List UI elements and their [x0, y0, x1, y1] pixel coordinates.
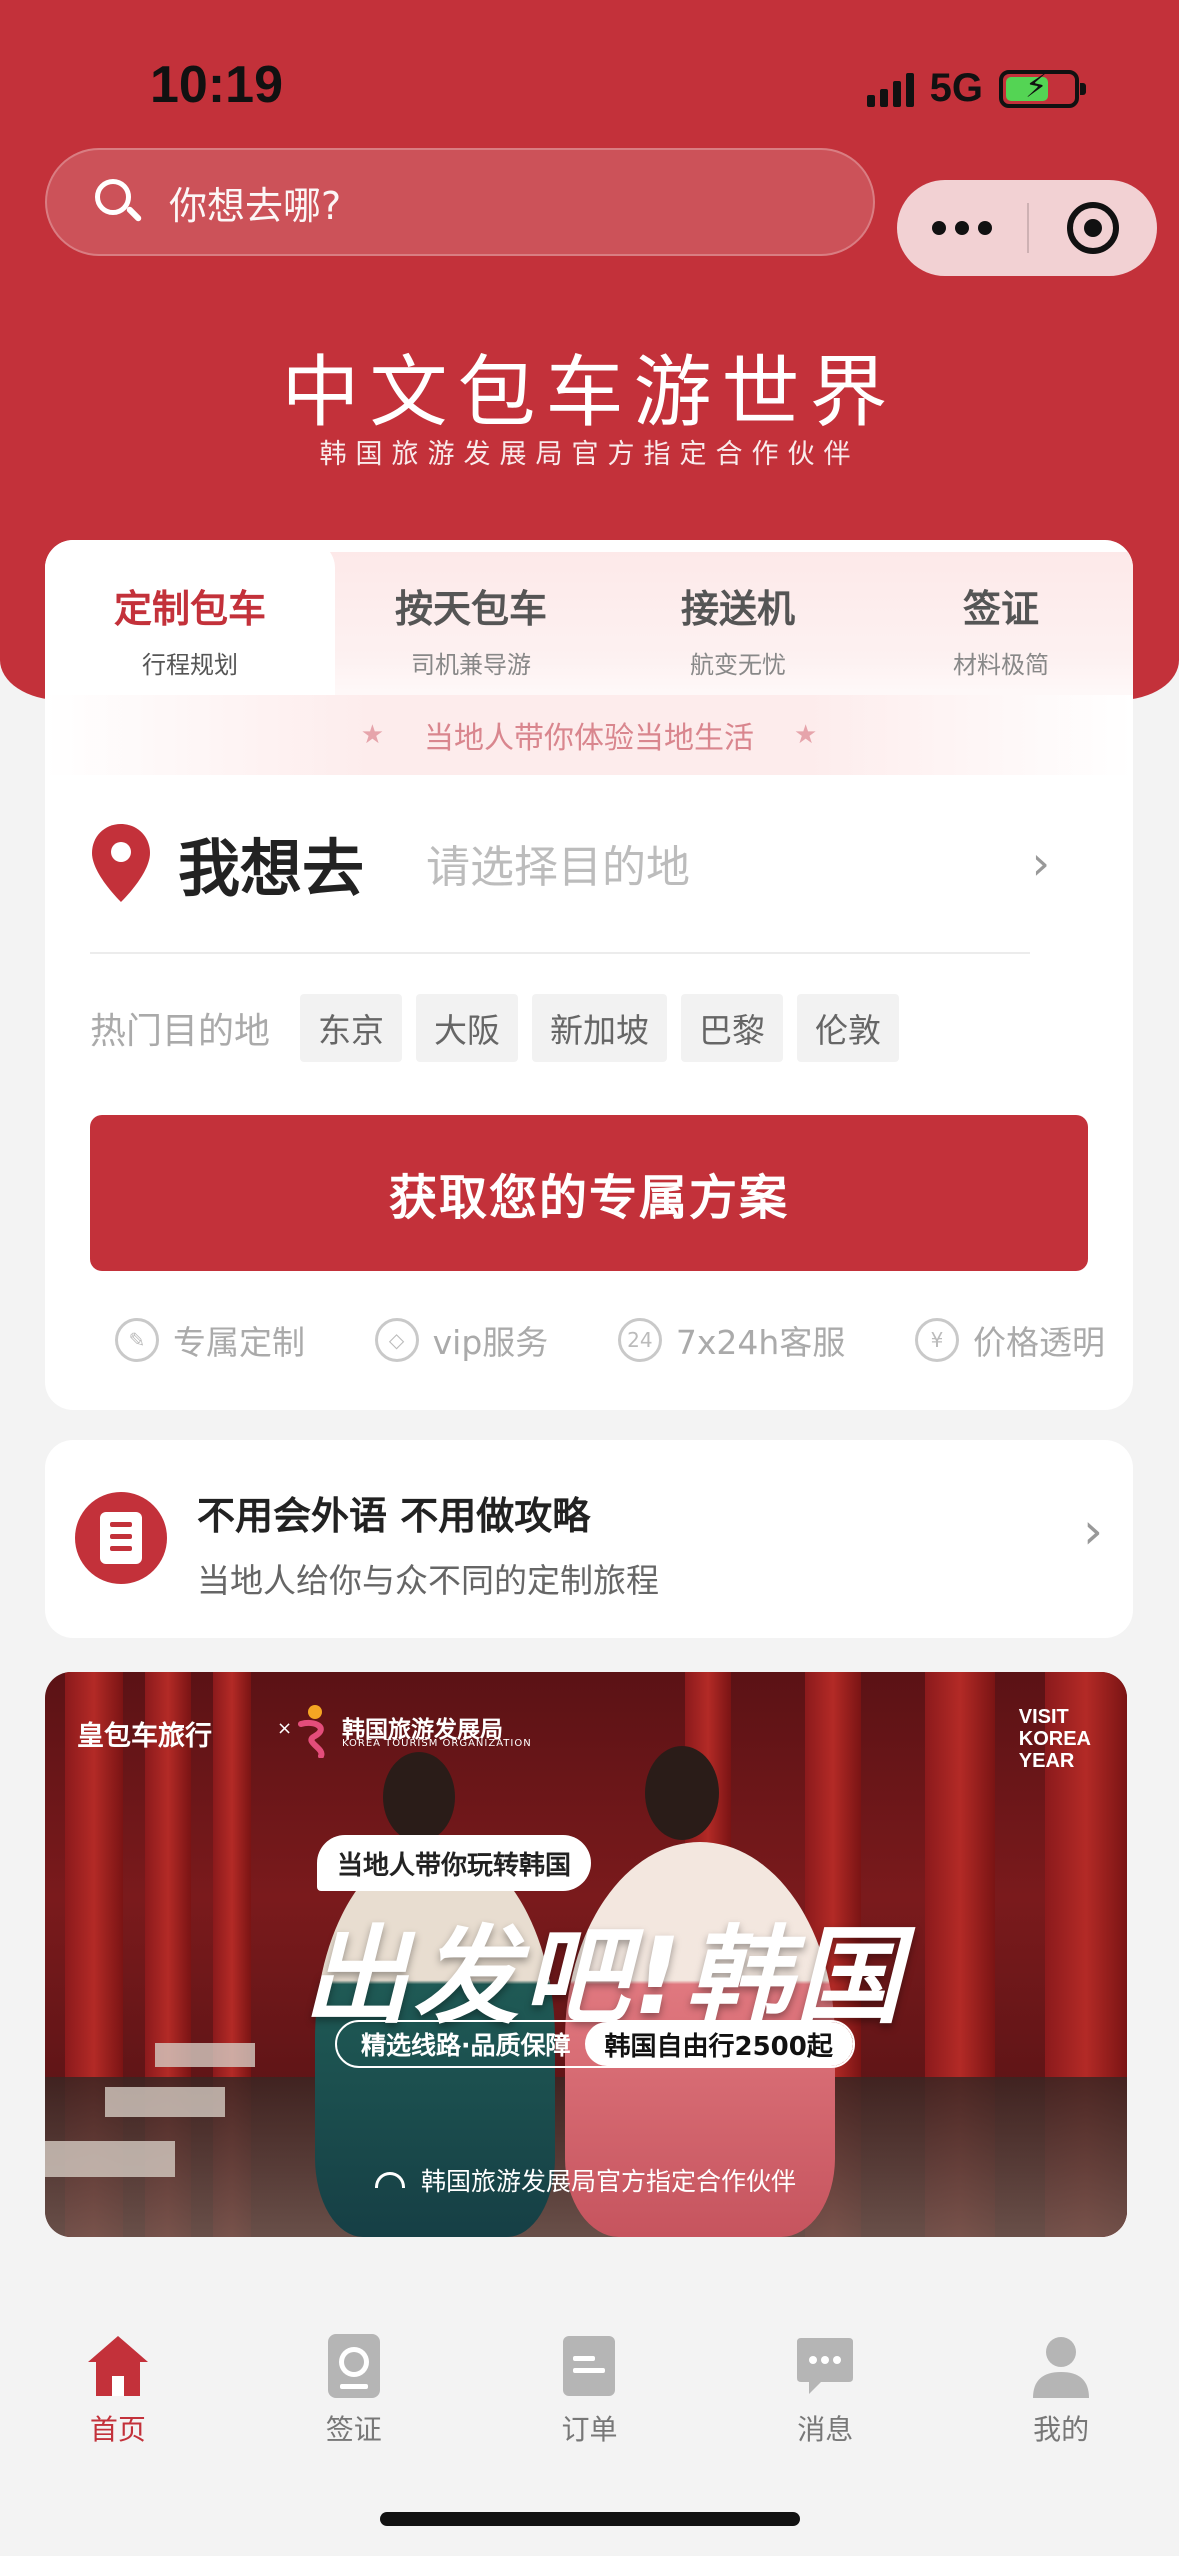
order-icon	[563, 2336, 616, 2396]
feature-custom: ✎ 专属定制	[115, 1316, 305, 1364]
close-miniprogram-button[interactable]	[1029, 202, 1157, 254]
hot-tag-osaka[interactable]: 大阪	[416, 994, 519, 1062]
banner-logo-text: 皇包车旅行	[77, 1721, 212, 1752]
info-card[interactable]: 不用会外语 不用做攻略 当地人给你与众不同的定制旅程 ›	[45, 1440, 1133, 1638]
banner-pill-right: 韩国自由行2500起	[584, 2022, 853, 2066]
tabbar-item-visa[interactable]: 签证	[236, 2290, 472, 2490]
more-dots-icon	[932, 221, 946, 235]
tabbar-item-profile[interactable]: 我的	[943, 2290, 1179, 2490]
tab-title: 按天包车	[394, 587, 547, 631]
tab-subtitle: 航变无忧	[690, 651, 786, 679]
yen-icon: ¥	[914, 1318, 959, 1362]
signal-icon	[866, 71, 914, 107]
home-icon	[87, 2336, 148, 2396]
tabbar-label: 订单	[561, 2413, 618, 2446]
banner-logo-separator: ×	[277, 1718, 293, 1739]
home-indicator	[380, 2512, 800, 2526]
search-bar[interactable]: 你想去哪?	[45, 148, 875, 256]
itinerary-icon	[75, 1492, 167, 1584]
banner-footer-text: 韩国旅游发展局官方指定合作伙伴	[421, 2167, 797, 2196]
chevron-right-icon: ›	[1083, 1502, 1103, 1560]
tabbar-label: 消息	[797, 2413, 854, 2446]
feature-support: 24 7x24h客服	[617, 1316, 846, 1364]
miniprogram-capsule	[897, 180, 1157, 276]
battery-charging-icon: ⚡	[999, 69, 1086, 108]
korea-promo-banner[interactable]: 皇包车旅行 × 韩国旅游发展局 KOREA TOURISM ORGANIZATI…	[45, 1672, 1127, 2237]
feature-price: ¥ 价格透明	[914, 1316, 1105, 1364]
feature-label: 专属定制	[173, 1323, 305, 1362]
kto-logo-icon	[298, 1705, 325, 1758]
message-icon	[797, 2338, 854, 2394]
tab-subtitle: 行程规划	[142, 651, 238, 679]
divider	[90, 952, 1030, 954]
kto-logo-en: KOREA TOURISM ORGANIZATION	[342, 1738, 532, 1749]
hot-tag-paris[interactable]: 巴黎	[681, 994, 784, 1062]
tabbar-label: 签证	[325, 2413, 382, 2446]
clock-24-icon: 24	[617, 1318, 662, 1362]
tabbar-item-orders[interactable]: 订单	[472, 2290, 708, 2490]
feature-label: 价格透明	[972, 1323, 1105, 1362]
tab-title: 接送机	[680, 587, 795, 631]
info-title: 不用会外语 不用做攻略	[197, 1494, 591, 1538]
bottom-tab-bar: 首页 签证 订单 消息 我的	[0, 2290, 1179, 2490]
visit-logo-line: VISIT	[1018, 1706, 1069, 1728]
status-time: 10:19	[150, 56, 283, 114]
tab-subtitle: 司机兼导游	[411, 651, 531, 679]
visit-logo-line: YEAR	[1018, 1750, 1075, 1772]
user-icon	[1033, 2337, 1090, 2398]
feature-vip: ◇ vip服务	[374, 1316, 549, 1364]
banner-footer: 韩国旅游发展局官方指定合作伙伴	[375, 2162, 796, 2198]
target-circle-icon	[1067, 202, 1119, 254]
info-subtitle: 当地人给你与众不同的定制旅程	[197, 1561, 659, 1600]
feature-label: vip服务	[432, 1323, 549, 1362]
booking-card: 定制包车 行程规划 按天包车 司机兼导游 接送机 航变无忧 签证 材料极简 ★ …	[45, 540, 1133, 1410]
hot-destinations-label: 热门目的地	[90, 1011, 271, 1052]
hot-tag-london[interactable]: 伦敦	[797, 994, 900, 1062]
diamond-icon: ◇	[374, 1318, 419, 1362]
network-type: 5G	[929, 66, 983, 110]
hot-destinations: 热门目的地 东京 大阪 新加坡 巴黎 伦敦	[90, 994, 913, 1062]
pencil-icon: ✎	[115, 1318, 159, 1362]
more-options-button[interactable]	[897, 221, 1027, 235]
search-icon	[95, 179, 143, 225]
slogan-strip: ★ 当地人带你体验当地生活 ★	[45, 695, 1133, 775]
status-bar: 10:19 5G ⚡	[0, 0, 1179, 170]
tabbar-label: 首页	[89, 2413, 146, 2446]
destination-selector[interactable]: 我想去 请选择目的地 ›	[90, 808, 1090, 918]
tab-title: 签证	[962, 587, 1039, 631]
chevron-right-icon: ›	[1031, 836, 1050, 890]
brand-subtitle: 韩国旅游发展局官方指定合作伙伴	[319, 439, 860, 470]
banner-pill-left: 精选线路·品质保障	[361, 2031, 571, 2060]
signal-arc-icon	[375, 2172, 405, 2188]
brand-title: 中文包车游世界	[281, 348, 898, 438]
star-icon: ★	[360, 720, 384, 750]
search-placeholder: 你想去哪?	[169, 183, 342, 228]
passport-icon	[327, 2334, 380, 2398]
star-icon: ★	[794, 720, 818, 750]
tabbar-item-home[interactable]: 首页	[0, 2290, 236, 2490]
get-plan-button[interactable]: 获取您的专属方案	[90, 1115, 1088, 1271]
tab-subtitle: 材料极简	[953, 651, 1049, 679]
tabbar-label: 我的	[1033, 2413, 1090, 2446]
hot-tag-tokyo[interactable]: 东京	[300, 994, 403, 1062]
feature-label: 7x24h客服	[675, 1323, 846, 1362]
tab-title: 定制包车	[113, 587, 266, 631]
visit-korea-year-logo: VISIT KOREA YEAR	[1019, 1706, 1091, 1772]
feature-list: ✎ 专属定制 ◇ vip服务 24 7x24h客服 ¥ 价格透明	[115, 1310, 1105, 1370]
visit-logo-line: KOREA	[1018, 1728, 1091, 1750]
banner-bubble: 当地人带你玩转韩国	[317, 1835, 592, 1891]
banner-price-pill: 精选线路·品质保障 韩国自由行2500起	[335, 2020, 855, 2068]
slogan-text: 当地人带你体验当地生活	[424, 721, 754, 756]
tabbar-item-messages[interactable]: 消息	[707, 2290, 943, 2490]
status-indicators: 5G ⚡	[866, 66, 1086, 111]
hot-tag-singapore[interactable]: 新加坡	[532, 994, 668, 1062]
destination-label: 我想去	[178, 832, 365, 905]
location-pin-icon	[90, 822, 152, 904]
destination-placeholder: 请选择目的地	[426, 842, 691, 893]
